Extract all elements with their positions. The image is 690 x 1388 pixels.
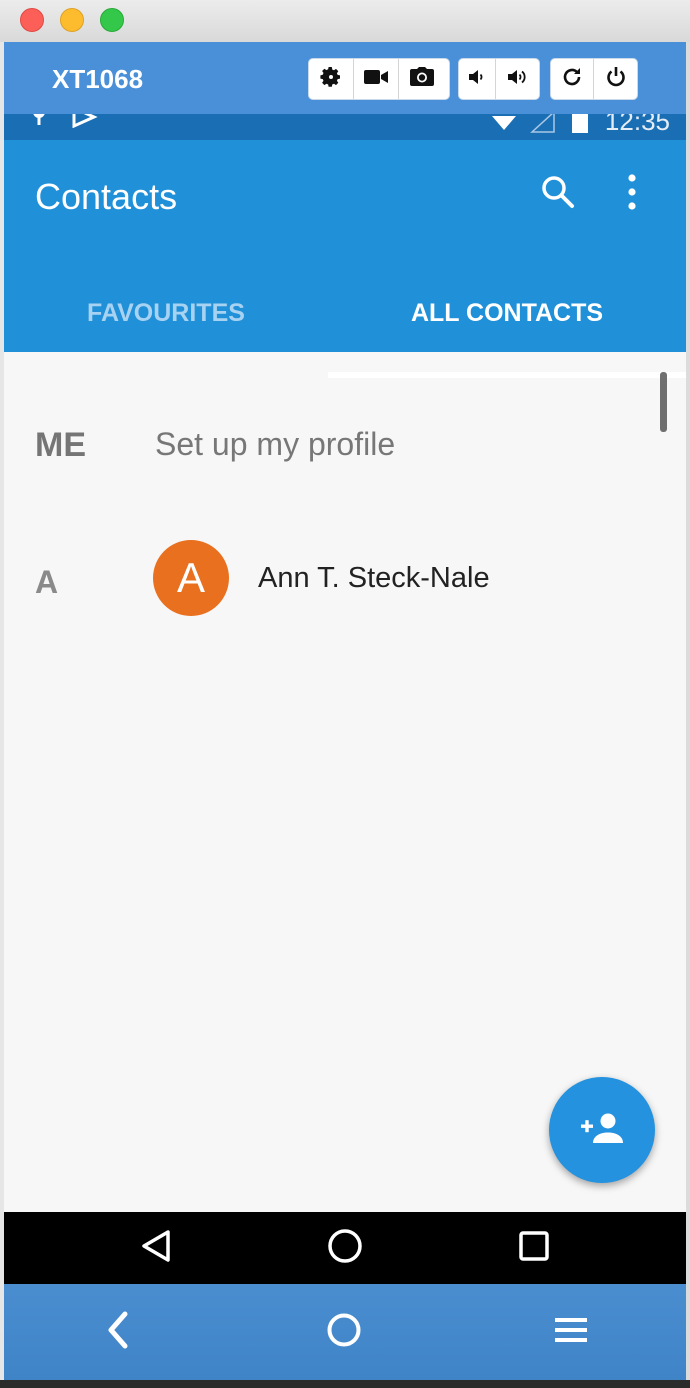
toolbar-group-capture xyxy=(308,58,450,100)
zoom-window-button[interactable] xyxy=(100,8,124,32)
camera-icon xyxy=(409,66,435,93)
power-icon xyxy=(604,65,628,94)
volume-up-icon xyxy=(506,67,530,92)
back-triangle-icon xyxy=(138,1228,174,1269)
window-titlebar xyxy=(0,0,690,42)
tab-indicator xyxy=(328,372,686,378)
me-label: ME xyxy=(35,426,86,464)
minimize-window-button[interactable] xyxy=(60,8,84,32)
android-recents-button[interactable] xyxy=(510,1224,558,1272)
emulator-back-button[interactable] xyxy=(94,1308,142,1356)
page-title: Contacts xyxy=(35,176,178,217)
contact-name: Ann T. Steck-Nale xyxy=(258,562,490,594)
more-options-button[interactable] xyxy=(612,170,652,214)
add-person-icon xyxy=(579,1111,625,1150)
wifi-icon xyxy=(490,114,518,139)
app-bar: Contacts FAVOURITES ALL CONTACTS xyxy=(4,140,686,378)
volume-down-icon xyxy=(467,67,487,92)
android-home-button[interactable] xyxy=(321,1224,369,1272)
video-camera-icon xyxy=(363,67,389,92)
avatar: A xyxy=(153,540,229,616)
toolbar-group-volume xyxy=(458,58,540,100)
device-screen: 12:35 Contacts FAVOURITES ALL CONTACTS M… xyxy=(4,114,686,1284)
signal-icon xyxy=(530,114,556,139)
recents-square-icon xyxy=(517,1229,551,1268)
tab-all-contacts[interactable]: ALL CONTACTS xyxy=(328,278,686,348)
menu-icon xyxy=(554,1315,588,1350)
play-store-icon xyxy=(70,114,98,133)
tab-favourites[interactable]: FAVOURITES xyxy=(4,278,328,348)
home-circle-icon xyxy=(326,1227,364,1270)
record-video-button[interactable] xyxy=(354,59,399,99)
search-icon xyxy=(536,176,580,218)
add-contact-button[interactable] xyxy=(549,1077,655,1183)
location-icon xyxy=(28,114,50,133)
screenshot-button[interactable] xyxy=(399,59,444,99)
android-back-button[interactable] xyxy=(132,1224,180,1272)
setup-profile-link[interactable]: Set up my profile xyxy=(155,426,395,463)
more-vert-icon xyxy=(612,174,652,218)
volume-up-button[interactable] xyxy=(496,59,539,99)
search-button[interactable] xyxy=(536,170,580,214)
window-right-edge xyxy=(686,42,690,1380)
status-time: 12:35 xyxy=(604,114,670,136)
back-chevron-icon xyxy=(103,1310,133,1355)
device-name: XT1068 xyxy=(52,64,144,94)
power-button[interactable] xyxy=(594,59,637,99)
rotate-icon xyxy=(560,65,584,94)
device-toolbar: XT1068 xyxy=(4,42,686,114)
home-circle-icon xyxy=(325,1311,363,1354)
toolbar-group-power xyxy=(550,58,638,100)
status-bar: 12:35 xyxy=(4,114,686,140)
settings-button[interactable] xyxy=(309,59,354,99)
android-navigation-bar xyxy=(4,1212,686,1284)
volume-down-button[interactable] xyxy=(459,59,496,99)
list-item[interactable]: A Ann T. Steck-Nale xyxy=(4,534,644,624)
scrollbar-thumb[interactable] xyxy=(660,372,667,432)
emulator-navigation-bar xyxy=(4,1284,686,1380)
gear-icon xyxy=(319,65,343,94)
emulator-menu-button[interactable] xyxy=(547,1308,595,1356)
battery-icon xyxy=(570,114,590,139)
emulator-home-button[interactable] xyxy=(320,1308,368,1356)
rotate-button[interactable] xyxy=(551,59,595,99)
emulator-window: XT1068 12:35 Contacts FAVOURITES ALL CON… xyxy=(0,0,690,1380)
close-window-button[interactable] xyxy=(20,8,44,32)
